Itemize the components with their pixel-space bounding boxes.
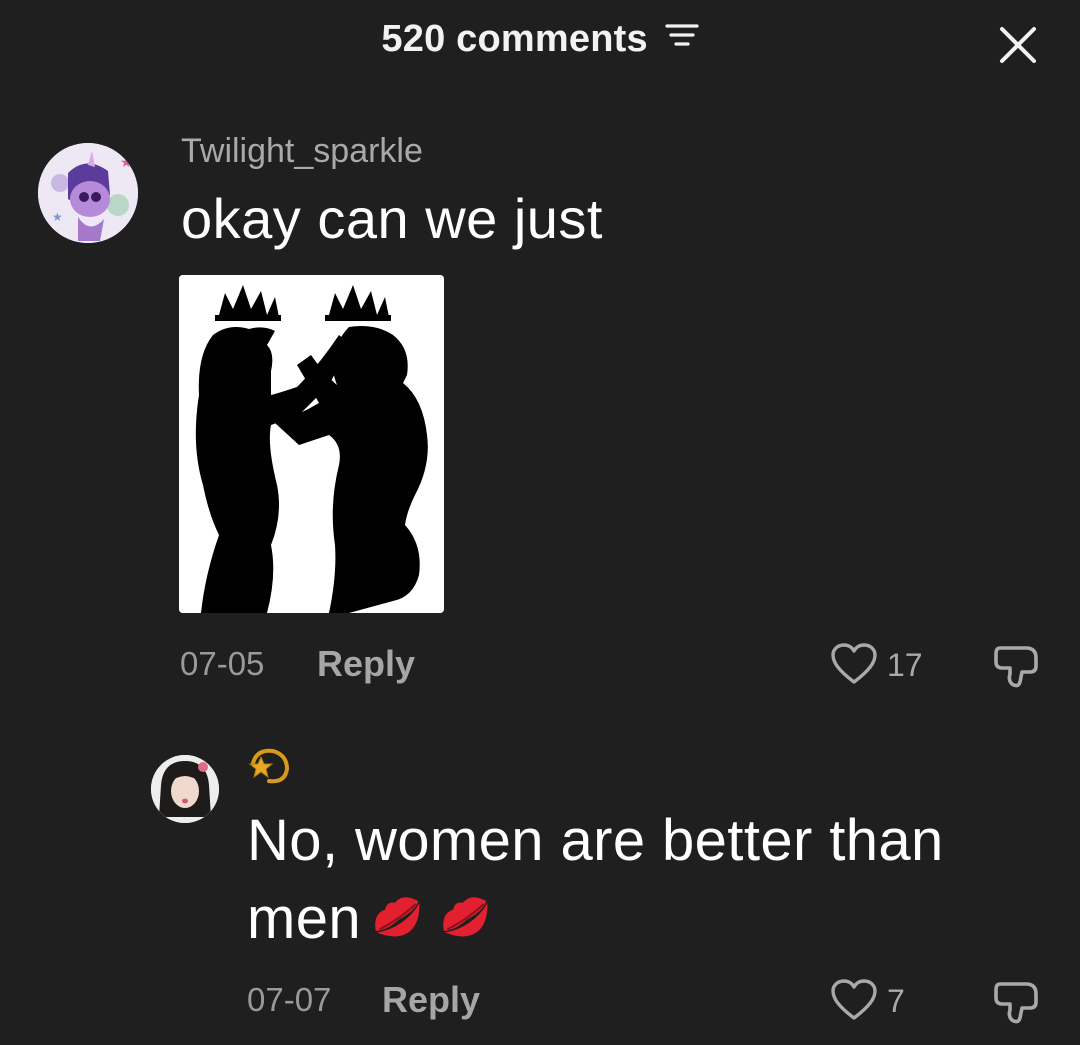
reply-button[interactable]: Reply [382,979,480,1021]
dizzy-star-emoji-icon [247,745,291,789]
comments-count-title: 520 comments [381,18,648,60]
kiss-mark-emoji-icon [365,886,429,946]
comment-date: 07-07 [247,981,332,1018]
comment-image[interactable] [179,275,444,613]
user-photo-avatar-icon [151,755,219,823]
comment-username[interactable]: Twilight_sparkle [181,132,423,171]
avatar[interactable] [151,755,219,823]
heart-icon[interactable] [830,642,878,686]
comments-header: 520 comments [0,18,1080,61]
like-count: 7 [887,983,905,1019]
comment-text-content: No, women are better than men [247,808,944,951]
like-count: 17 [887,647,923,683]
kiss-mark-emoji-icon [433,886,497,946]
thumbs-down-icon[interactable] [992,976,1044,1026]
comment-text: okay can we just [181,187,603,250]
crowned-couple-silhouette-icon [179,275,444,613]
comment-date: 07-05 [180,645,265,682]
reply-button[interactable]: Reply [317,643,415,685]
thumbs-down-icon[interactable] [992,640,1044,690]
avatar[interactable]: ★ ★ [38,143,138,243]
heart-icon[interactable] [830,978,878,1022]
filter-lines-icon[interactable] [664,16,699,59]
svg-text:★: ★ [52,210,63,224]
close-icon [1000,27,1036,63]
close-button[interactable] [993,20,1043,70]
svg-text:★: ★ [120,154,133,170]
pony-avatar-icon: ★ ★ [38,143,138,243]
comment-text: No, women are better than men [247,802,1047,958]
